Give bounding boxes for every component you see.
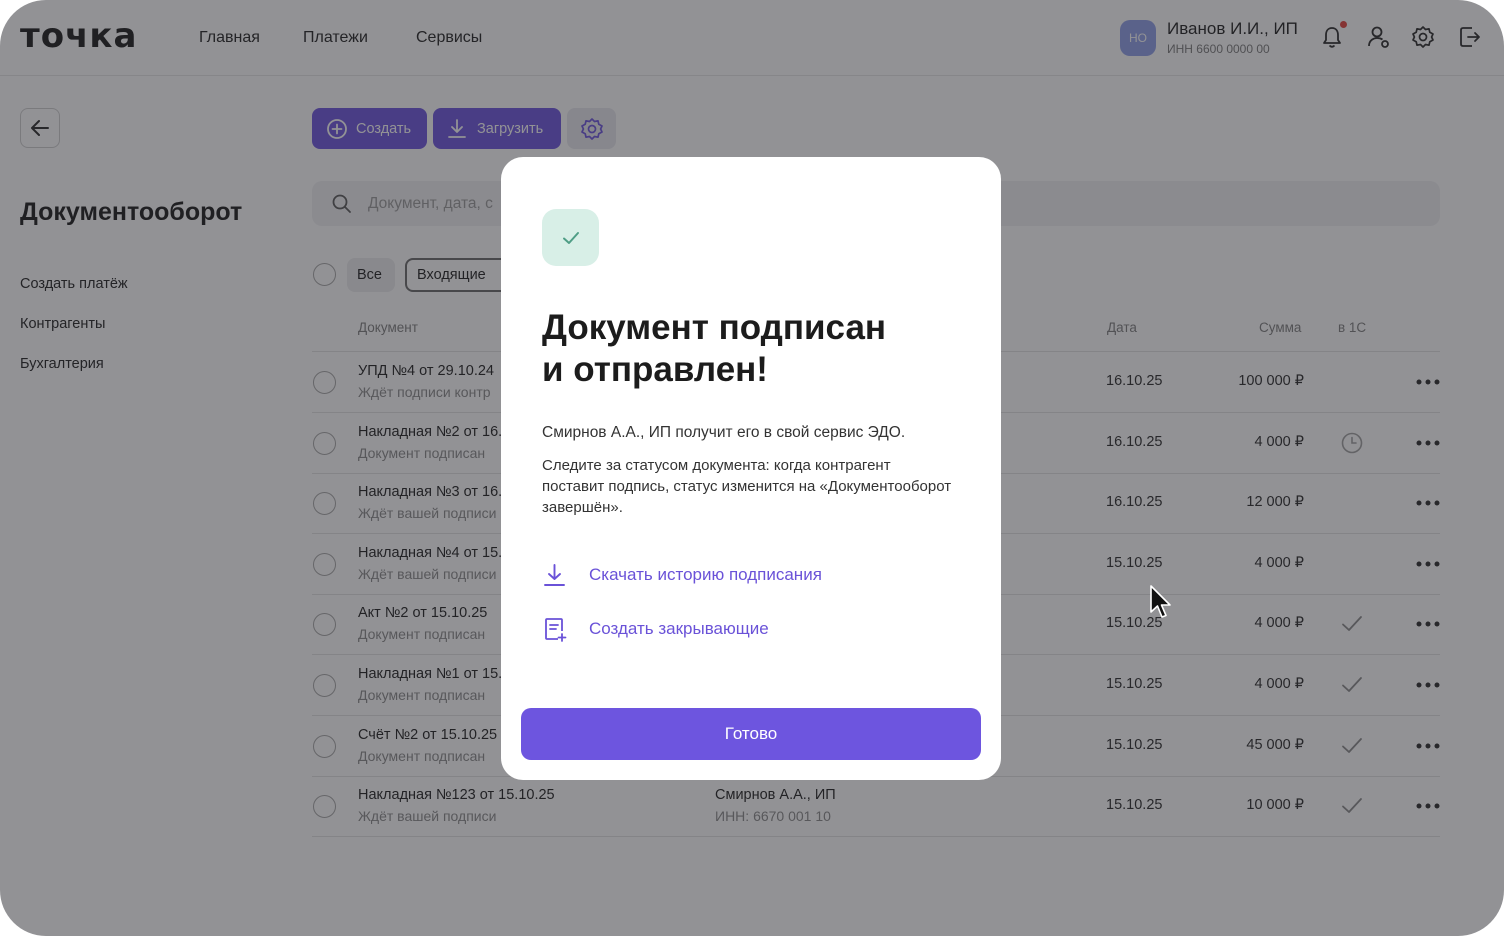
modal-recipient-text: Смирнов А.А., ИП получит его в свой серв… xyxy=(542,424,906,441)
done-button[interactable]: Готово xyxy=(521,708,981,760)
check-icon xyxy=(562,231,579,244)
create-closing-docs-link[interactable]: Создать закрывающие xyxy=(542,615,769,643)
success-modal: Документ подписан и отправлен! Смирнов А… xyxy=(501,157,1001,780)
download-history-link[interactable]: Скачать историю подписания xyxy=(542,561,822,589)
modal-title: Документ подписан и отправлен! xyxy=(542,307,962,391)
mouse-cursor-icon xyxy=(1150,585,1171,618)
modal-title-line2: и отправлен! xyxy=(542,350,768,389)
success-badge xyxy=(542,209,599,266)
app-window: точка Главная Платежи Сервисы НО Иванов … xyxy=(0,0,1504,936)
create-closing-docs-label: Создать закрывающие xyxy=(589,619,769,638)
download-history-label: Скачать историю подписания xyxy=(589,565,822,584)
document-plus-icon xyxy=(545,618,567,642)
download-icon xyxy=(544,564,565,586)
modal-status-text: Следите за статусом документа: когда кон… xyxy=(542,457,952,516)
modal-title-line1: Документ подписан xyxy=(542,308,887,347)
